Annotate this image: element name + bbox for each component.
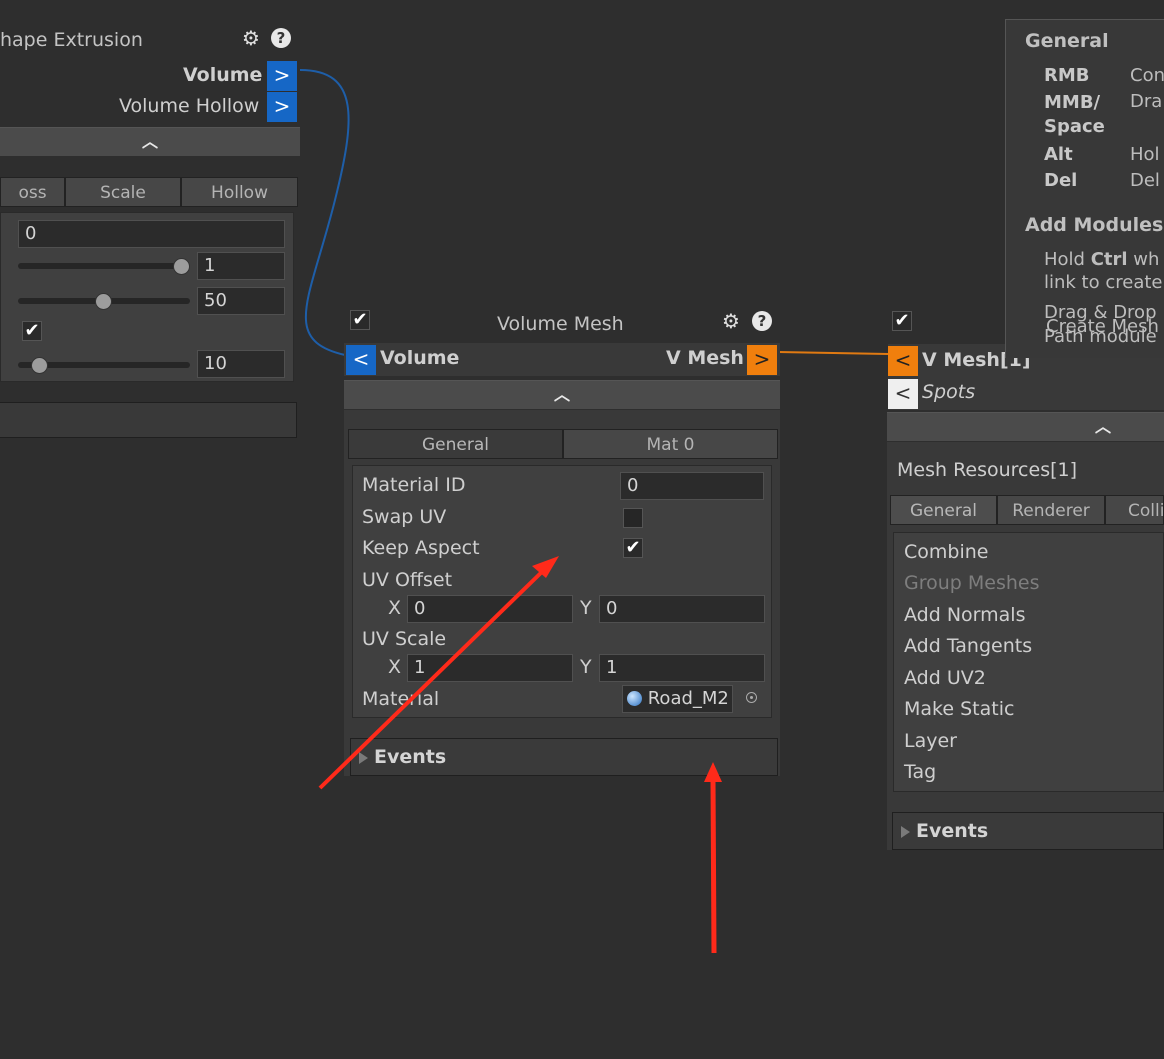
annotation-arrows bbox=[318, 556, 722, 954]
arrow-to-events bbox=[710, 779, 717, 954]
arrow-head-1 bbox=[532, 556, 559, 578]
arrow-head-2 bbox=[704, 762, 722, 782]
arrow-to-keep-aspect bbox=[318, 564, 550, 790]
